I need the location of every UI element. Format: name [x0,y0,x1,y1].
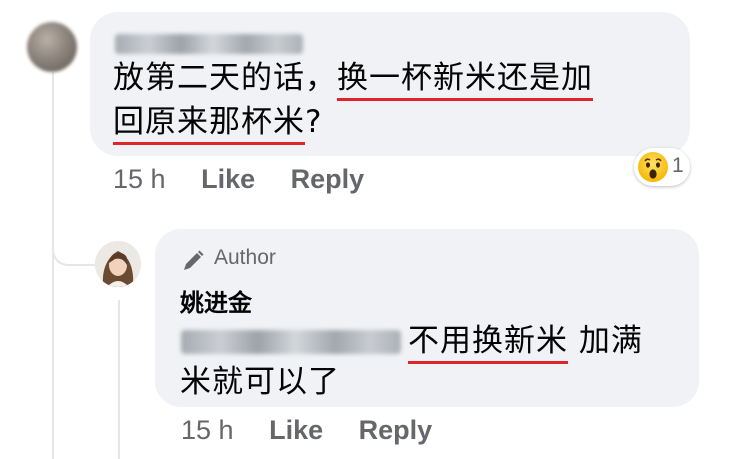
comment-like-button[interactable]: Like [201,164,255,194]
thread-connector [52,220,98,266]
mentioned-name-blurred[interactable] [181,330,401,354]
author-badge-label: Author [214,246,276,269]
comment-text-plain: 放第二天的话， [113,60,337,96]
comment-reply-button[interactable]: Reply [291,164,365,194]
pencil-icon [184,250,204,270]
reply-text-underlined: 不用换新米 [408,323,568,364]
comment-text-line2: 回原来那杯米? [113,100,323,145]
comment-meta-row: 15 h Like Reply [113,164,364,195]
reply-text-line2: 米就可以了 [180,360,340,404]
reaction-count: 1 [672,154,684,177]
reply-text-line2-content: 米就可以了 [180,364,340,400]
comment-text-underlined: 换一杯新米还是加 [337,60,593,101]
comment-text-line1: 放第二天的话，换一杯新米还是加 [113,56,593,101]
author-avatar[interactable] [95,241,141,287]
thread-line-main [52,72,54,459]
reply-like-button[interactable]: Like [269,415,323,445]
reply-text-line1: 不用换新米 加满 [408,319,643,364]
comment-text-question: ? [305,104,323,140]
comment-timestamp[interactable]: 15 h [113,164,166,194]
reply-timestamp[interactable]: 15 h [181,415,234,445]
reaction-badge[interactable]: 1 [634,148,690,186]
reply-reply-button[interactable]: Reply [359,415,433,445]
reply-text-plain: 加满 [568,323,643,359]
comment-text-underlined-2: 回原来那杯米 [113,104,305,145]
author-photo [95,241,141,287]
wow-emoji-icon [638,152,668,182]
thread-line-reply [118,300,120,459]
reply-meta-row: 15 h Like Reply [181,415,432,446]
author-name[interactable]: 姚进金 [180,283,252,318]
commenter-name-blurred[interactable] [115,34,303,54]
commenter-avatar[interactable] [27,22,77,72]
